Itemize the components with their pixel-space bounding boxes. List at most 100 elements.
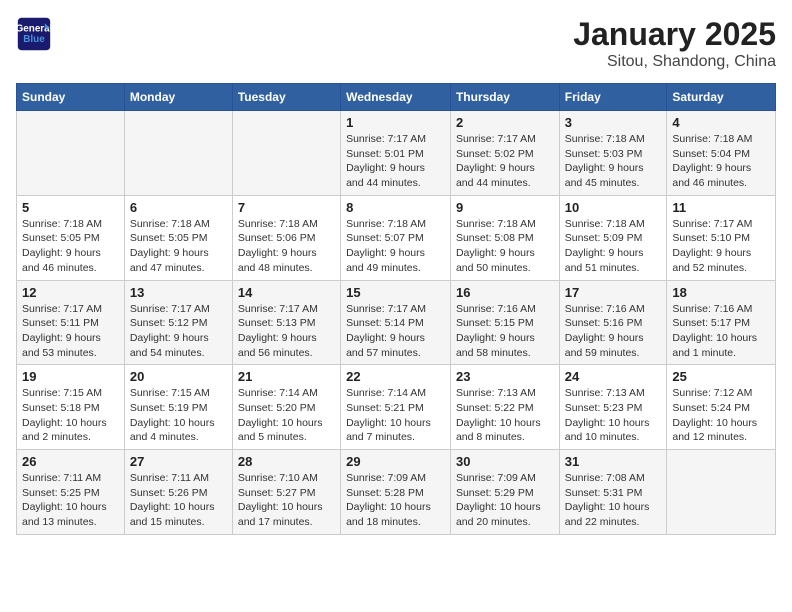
day-detail: Sunrise: 7:18 AM Sunset: 5:05 PM Dayligh…	[22, 217, 119, 276]
svg-text:General: General	[16, 23, 52, 34]
day-number: 4	[672, 115, 770, 130]
day-number: 28	[238, 454, 335, 469]
calendar-cell: 27 Sunrise: 7:11 AM Sunset: 5:26 PM Dayli…	[124, 450, 232, 535]
day-number: 23	[456, 369, 554, 384]
day-detail: Sunrise: 7:15 AM Sunset: 5:19 PM Dayligh…	[130, 386, 227, 445]
day-number: 5	[22, 200, 119, 215]
calendar-cell: 28 Sunrise: 7:10 AM Sunset: 5:27 PM Dayli…	[232, 450, 340, 535]
calendar-table: SundayMondayTuesdayWednesdayThursdayFrid…	[16, 83, 776, 535]
day-number: 10	[565, 200, 662, 215]
calendar-cell: 10 Sunrise: 7:18 AM Sunset: 5:09 PM Dayli…	[559, 195, 667, 280]
day-number: 15	[346, 285, 445, 300]
day-header-friday: Friday	[559, 84, 667, 111]
day-detail: Sunrise: 7:17 AM Sunset: 5:12 PM Dayligh…	[130, 302, 227, 361]
calendar-cell: 29 Sunrise: 7:09 AM Sunset: 5:28 PM Dayli…	[341, 450, 451, 535]
month-title: January 2025	[573, 16, 776, 53]
calendar-week-row: 5 Sunrise: 7:18 AM Sunset: 5:05 PM Daylig…	[17, 195, 776, 280]
calendar-cell: 2 Sunrise: 7:17 AM Sunset: 5:02 PM Daylig…	[450, 111, 559, 196]
day-detail: Sunrise: 7:17 AM Sunset: 5:10 PM Dayligh…	[672, 217, 770, 276]
day-detail: Sunrise: 7:18 AM Sunset: 5:05 PM Dayligh…	[130, 217, 227, 276]
calendar-week-row: 12Sunrise: 7:17 AM Sunset: 5:11 PM Dayli…	[17, 280, 776, 365]
calendar-cell: 11 Sunrise: 7:17 AM Sunset: 5:10 PM Dayli…	[667, 195, 776, 280]
day-number: 13	[130, 285, 227, 300]
day-detail: Sunrise: 7:16 AM Sunset: 5:17 PM Dayligh…	[672, 302, 770, 361]
day-number: 20	[130, 369, 227, 384]
day-number: 1	[346, 115, 445, 130]
calendar-cell: 5 Sunrise: 7:18 AM Sunset: 5:05 PM Daylig…	[17, 195, 125, 280]
calendar-cell	[232, 111, 340, 196]
calendar-cell: 7 Sunrise: 7:18 AM Sunset: 5:06 PM Daylig…	[232, 195, 340, 280]
day-number: 8	[346, 200, 445, 215]
day-detail: Sunrise: 7:10 AM Sunset: 5:27 PM Dayligh…	[238, 471, 335, 530]
day-number: 16	[456, 285, 554, 300]
day-number: 25	[672, 369, 770, 384]
day-number: 27	[130, 454, 227, 469]
day-detail: Sunrise: 7:17 AM Sunset: 5:02 PM Dayligh…	[456, 132, 554, 191]
calendar-cell: 22Sunrise: 7:14 AM Sunset: 5:21 PM Dayli…	[341, 365, 451, 450]
day-number: 2	[456, 115, 554, 130]
day-number: 30	[456, 454, 554, 469]
day-header-saturday: Saturday	[667, 84, 776, 111]
day-number: 29	[346, 454, 445, 469]
day-number: 18	[672, 285, 770, 300]
calendar-cell: 25Sunrise: 7:12 AM Sunset: 5:24 PM Dayli…	[667, 365, 776, 450]
day-number: 6	[130, 200, 227, 215]
calendar-cell: 26 Sunrise: 7:11 AM Sunset: 5:25 PM Dayli…	[17, 450, 125, 535]
day-number: 21	[238, 369, 335, 384]
day-number: 14	[238, 285, 335, 300]
day-number: 3	[565, 115, 662, 130]
calendar-cell: 17Sunrise: 7:16 AM Sunset: 5:16 PM Dayli…	[559, 280, 667, 365]
day-detail: Sunrise: 7:17 AM Sunset: 5:14 PM Dayligh…	[346, 302, 445, 361]
day-detail: Sunrise: 7:09 AM Sunset: 5:28 PM Dayligh…	[346, 471, 445, 530]
day-detail: Sunrise: 7:18 AM Sunset: 5:08 PM Dayligh…	[456, 217, 554, 276]
day-detail: Sunrise: 7:17 AM Sunset: 5:01 PM Dayligh…	[346, 132, 445, 191]
day-number: 26	[22, 454, 119, 469]
day-number: 19	[22, 369, 119, 384]
day-header-monday: Monday	[124, 84, 232, 111]
day-detail: Sunrise: 7:17 AM Sunset: 5:11 PM Dayligh…	[22, 302, 119, 361]
calendar-week-row: 1 Sunrise: 7:17 AM Sunset: 5:01 PM Daylig…	[17, 111, 776, 196]
calendar-cell	[17, 111, 125, 196]
day-number: 17	[565, 285, 662, 300]
day-detail: Sunrise: 7:08 AM Sunset: 5:31 PM Dayligh…	[565, 471, 662, 530]
day-detail: Sunrise: 7:18 AM Sunset: 5:06 PM Dayligh…	[238, 217, 335, 276]
calendar-week-row: 26 Sunrise: 7:11 AM Sunset: 5:25 PM Dayli…	[17, 450, 776, 535]
page-header: General Blue January 2025 Sitou, Shandon…	[16, 16, 776, 71]
day-detail: Sunrise: 7:18 AM Sunset: 5:09 PM Dayligh…	[565, 217, 662, 276]
calendar-cell: 23 Sunrise: 7:13 AM Sunset: 5:22 PM Dayli…	[450, 365, 559, 450]
day-number: 11	[672, 200, 770, 215]
calendar-cell: 1 Sunrise: 7:17 AM Sunset: 5:01 PM Daylig…	[341, 111, 451, 196]
calendar-cell	[124, 111, 232, 196]
calendar-cell: 21Sunrise: 7:14 AM Sunset: 5:20 PM Dayli…	[232, 365, 340, 450]
calendar-cell: 13 Sunrise: 7:17 AM Sunset: 5:12 PM Dayli…	[124, 280, 232, 365]
day-number: 31	[565, 454, 662, 469]
calendar-header-row: SundayMondayTuesdayWednesdayThursdayFrid…	[17, 84, 776, 111]
day-header-thursday: Thursday	[450, 84, 559, 111]
day-header-sunday: Sunday	[17, 84, 125, 111]
day-detail: Sunrise: 7:18 AM Sunset: 5:03 PM Dayligh…	[565, 132, 662, 191]
calendar-cell: 9 Sunrise: 7:18 AM Sunset: 5:08 PM Daylig…	[450, 195, 559, 280]
day-detail: Sunrise: 7:11 AM Sunset: 5:25 PM Dayligh…	[22, 471, 119, 530]
calendar-cell: 3 Sunrise: 7:18 AM Sunset: 5:03 PM Daylig…	[559, 111, 667, 196]
day-number: 9	[456, 200, 554, 215]
calendar-cell: 15 Sunrise: 7:17 AM Sunset: 5:14 PM Dayli…	[341, 280, 451, 365]
location-subtitle: Sitou, Shandong, China	[573, 53, 776, 71]
calendar-cell: 18 Sunrise: 7:16 AM Sunset: 5:17 PM Dayli…	[667, 280, 776, 365]
calendar-cell: 30 Sunrise: 7:09 AM Sunset: 5:29 PM Dayli…	[450, 450, 559, 535]
calendar-cell: 24Sunrise: 7:13 AM Sunset: 5:23 PM Dayli…	[559, 365, 667, 450]
calendar-cell: 19 Sunrise: 7:15 AM Sunset: 5:18 PM Dayli…	[17, 365, 125, 450]
svg-text:Blue: Blue	[23, 34, 45, 45]
calendar-cell: 12Sunrise: 7:17 AM Sunset: 5:11 PM Dayli…	[17, 280, 125, 365]
day-detail: Sunrise: 7:11 AM Sunset: 5:26 PM Dayligh…	[130, 471, 227, 530]
day-detail: Sunrise: 7:15 AM Sunset: 5:18 PM Dayligh…	[22, 386, 119, 445]
calendar-cell: 20 Sunrise: 7:15 AM Sunset: 5:19 PM Dayli…	[124, 365, 232, 450]
day-number: 7	[238, 200, 335, 215]
day-detail: Sunrise: 7:13 AM Sunset: 5:22 PM Dayligh…	[456, 386, 554, 445]
title-block: January 2025 Sitou, Shandong, China	[573, 16, 776, 71]
day-header-wednesday: Wednesday	[341, 84, 451, 111]
calendar-cell: 16Sunrise: 7:16 AM Sunset: 5:15 PM Dayli…	[450, 280, 559, 365]
day-detail: Sunrise: 7:09 AM Sunset: 5:29 PM Dayligh…	[456, 471, 554, 530]
logo: General Blue	[16, 16, 56, 52]
calendar-cell: 6 Sunrise: 7:18 AM Sunset: 5:05 PM Daylig…	[124, 195, 232, 280]
calendar-cell: 8Sunrise: 7:18 AM Sunset: 5:07 PM Daylig…	[341, 195, 451, 280]
